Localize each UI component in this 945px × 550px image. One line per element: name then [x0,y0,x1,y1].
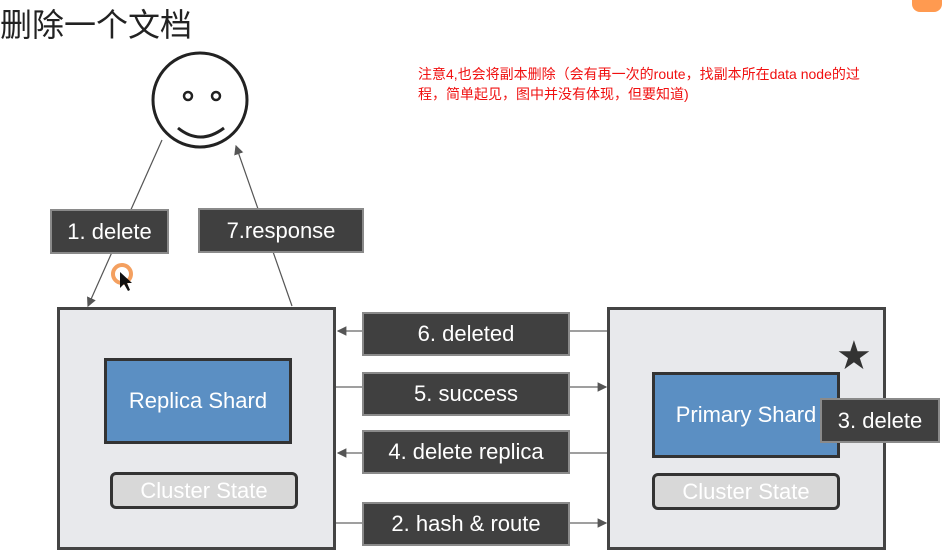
step-3-delete-label: 3. delete [820,398,940,443]
coordinating-node: Replica Shard Cluster State [57,307,336,550]
step-4-delete-replica-label: 4. delete replica [362,430,570,474]
primary-shard: Primary Shard [652,372,840,458]
step-6-deleted-label: 6. deleted [362,312,570,356]
step-2-hash-route-label: 2. hash & route [362,502,570,546]
cluster-state-left: Cluster State [110,472,298,509]
cluster-state-right: Cluster State [652,473,840,510]
step-1-delete-label: 1. delete [50,209,169,254]
replica-shard: Replica Shard [104,358,292,444]
step-7-response-label: 7.response [198,208,364,253]
step-5-success-label: 5. success [362,372,570,416]
star-icon: ★ [836,334,872,378]
smiley-face-icon [151,51,249,149]
